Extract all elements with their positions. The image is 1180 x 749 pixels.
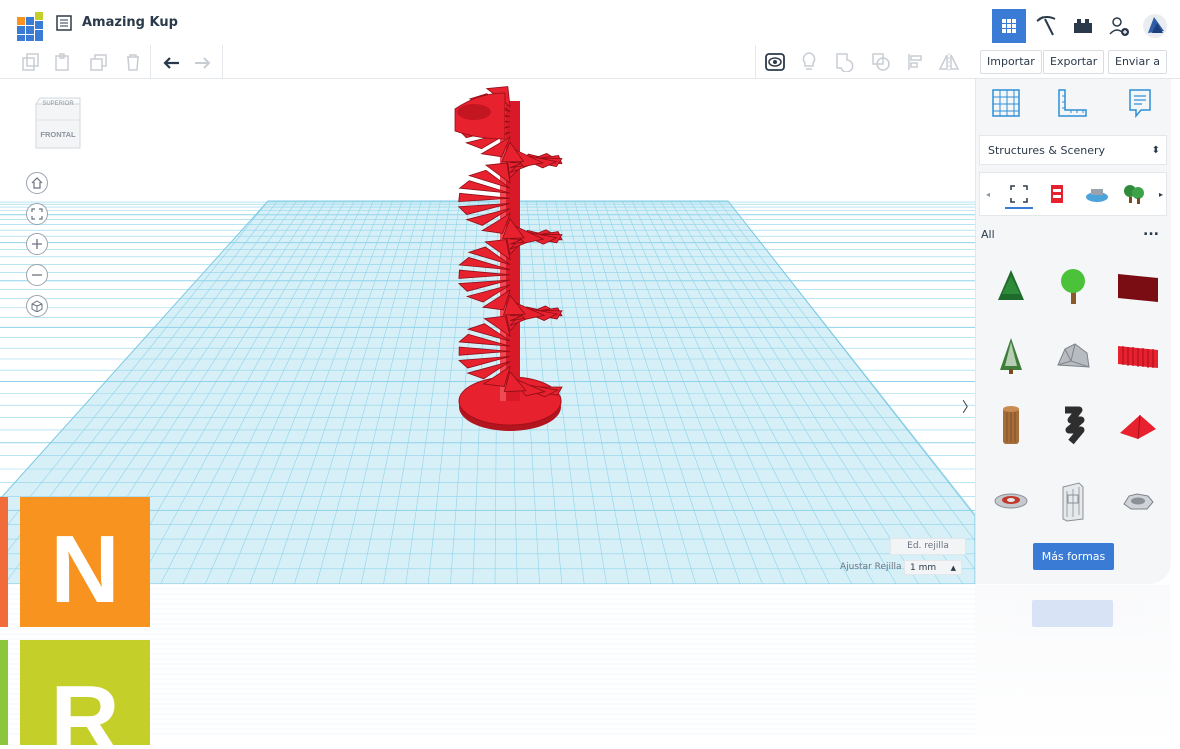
edit-toolbar: Importar Exportar Enviar a	[0, 45, 1180, 79]
workplane-icon[interactable]	[988, 85, 1024, 121]
notes-icon[interactable]	[1122, 85, 1158, 121]
category-all-icon[interactable]	[1005, 181, 1033, 209]
shape-snowy-pine[interactable]	[986, 331, 1036, 381]
fit-view-icon[interactable]	[26, 203, 48, 225]
viewcube-top-label: SUPERIOR	[42, 101, 74, 107]
mirror-icon[interactable]	[938, 51, 960, 73]
design-title[interactable]: Amazing Kup	[82, 15, 178, 30]
shape-roof[interactable]	[1113, 401, 1163, 451]
perspective-icon[interactable]	[26, 295, 48, 317]
ungroup-icon[interactable]	[870, 51, 892, 73]
avatar-icon[interactable]	[1138, 9, 1172, 43]
zoom-out-icon[interactable]	[26, 264, 48, 286]
show-all-icon[interactable]	[764, 51, 786, 73]
watermark-n-tile: N	[0, 497, 150, 627]
watermark-r-tile: R	[0, 640, 150, 749]
panel-reflection	[975, 585, 1170, 745]
grid-view-icon[interactable]	[992, 9, 1026, 43]
redo-icon[interactable]	[192, 51, 214, 73]
shape-wall-panel[interactable]	[1113, 261, 1163, 311]
light-bulb-icon[interactable]	[798, 51, 820, 73]
carousel-right-icon[interactable]: ▸	[1156, 181, 1166, 207]
shape-library-value: Structures & Scenery	[988, 144, 1106, 157]
view-cube[interactable]: SUPERIOR FRONTAL	[34, 96, 82, 154]
filter-label: All	[981, 228, 995, 241]
snap-grid-value: 1 mm	[910, 563, 937, 573]
group-icon[interactable]	[834, 51, 856, 73]
undo-icon[interactable]	[160, 51, 182, 73]
copy-icon[interactable]	[20, 51, 42, 73]
export-button[interactable]: Exportar	[1043, 50, 1105, 74]
category-building-icon[interactable]	[1043, 181, 1071, 207]
shape-spiral-column[interactable]	[1048, 401, 1098, 451]
category-boat-icon[interactable]	[1083, 181, 1111, 207]
send-to-button[interactable]: Enviar a	[1108, 50, 1167, 74]
shape-library-select[interactable]: Structures & Scenery ⬍	[979, 135, 1167, 165]
shape-rock[interactable]	[1048, 331, 1098, 381]
ruler-icon[interactable]	[1054, 85, 1090, 121]
shape-round-tree[interactable]	[1048, 261, 1098, 311]
shape-fence[interactable]	[1113, 331, 1163, 381]
collapse-panel-icon[interactable]: 〉	[962, 397, 975, 421]
viewcube-front-label: FRONTAL	[40, 130, 76, 139]
more-shapes-button[interactable]: Más formas	[1033, 543, 1114, 570]
caret-up-icon: ▲	[950, 564, 956, 572]
edit-grid-button[interactable]: Ed. rejilla	[890, 538, 966, 555]
top-bar: Amazing Kup	[0, 0, 1180, 46]
select-caret-icon: ⬍	[1151, 145, 1160, 156]
snap-grid-select[interactable]: 1 mm ▲	[904, 560, 962, 575]
category-trees-icon[interactable]	[1120, 181, 1148, 207]
home-view-icon[interactable]	[26, 172, 48, 194]
watermark-letter-n: N	[50, 516, 119, 623]
watermark-letter-r: R	[50, 666, 119, 745]
tinkercad-logo[interactable]	[16, 12, 46, 42]
brick-icon[interactable]	[1066, 9, 1100, 43]
shape-fountain[interactable]	[986, 476, 1036, 526]
shape-tree-trunk[interactable]	[986, 401, 1036, 451]
import-button[interactable]: Importar	[980, 50, 1042, 74]
category-carousel: ◂ ▸	[979, 172, 1167, 216]
shapes-panel: Structures & Scenery ⬍ ◂ ▸ All ... Más f…	[975, 79, 1171, 584]
shape-tower[interactable]	[1048, 476, 1098, 526]
delete-icon[interactable]	[122, 51, 144, 73]
add-user-icon[interactable]	[1102, 9, 1136, 43]
carousel-left-icon[interactable]: ◂	[982, 181, 994, 207]
duplicate-icon[interactable]	[88, 51, 110, 73]
more-options-icon[interactable]: ...	[1143, 223, 1159, 239]
paste-icon[interactable]	[52, 51, 74, 73]
reflection-button-ghost	[1032, 600, 1113, 627]
align-icon[interactable]	[905, 51, 927, 73]
zoom-in-icon[interactable]	[26, 233, 48, 255]
shape-pine-tree[interactable]	[986, 261, 1036, 311]
snap-grid-label: Ajustar Rejilla	[840, 562, 902, 572]
shape-crater[interactable]	[1113, 476, 1163, 526]
pickaxe-icon[interactable]	[1030, 9, 1064, 43]
design-list-icon[interactable]	[56, 15, 72, 31]
